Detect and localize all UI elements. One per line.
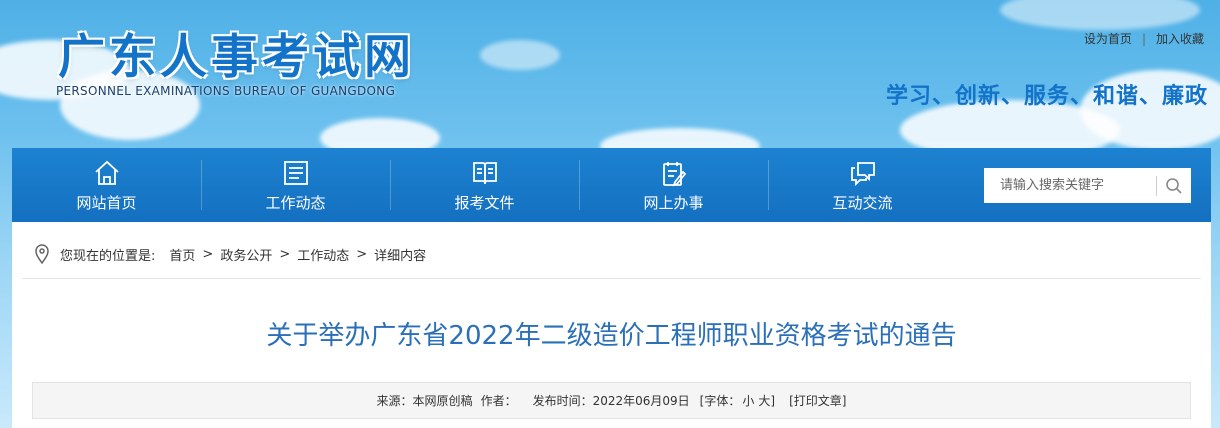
nav-item-interaction[interactable]: 互动交流 — [768, 148, 957, 222]
article-title: 关于举办广东省2022年二级造价工程师职业资格考试的通告 — [266, 321, 957, 351]
breadcrumb-separator: > — [202, 246, 214, 262]
article-author: 作者： — [480, 394, 517, 408]
site-logo-title: 广东人事考试网 — [58, 30, 415, 85]
chat-icon — [850, 161, 875, 186]
font-size-control: [字体：小大] — [700, 392, 775, 409]
article-source: 来源：本网原创稿 — [376, 394, 473, 408]
cloud-decoration — [480, 40, 560, 70]
breadcrumb-item-detail: 详细内容 — [374, 248, 427, 264]
search-box — [984, 168, 1191, 203]
breadcrumb: 您现在的位置是: 首页 > 政务公开 > 工作动态 > 详细内容 — [34, 244, 426, 264]
nav-item-home[interactable]: 网站首页 — [12, 148, 201, 222]
breadcrumb-prefix: 您现在的位置是: — [60, 248, 156, 264]
nav-item-exam-docs[interactable]: 报考文件 — [390, 148, 579, 222]
breadcrumb-item-gov-affairs[interactable]: 政务公开 — [220, 245, 272, 264]
nav-item-label: 互动交流 — [832, 193, 893, 212]
news-icon — [283, 160, 308, 185]
print-article-button[interactable]: [打印文章] — [789, 392, 846, 409]
nav-item-label: 报考文件 — [454, 193, 515, 212]
breadcrumb-separator: > — [356, 246, 368, 262]
font-large-button[interactable]: 大 — [758, 394, 770, 408]
document-icon — [472, 161, 497, 184]
top-links: 设为首页 | 加入收藏 — [1084, 30, 1204, 47]
site-slogan: 学习、创新、服务、和谐、廉政 — [885, 84, 1208, 109]
main-nav: 网站首页 工作动态 报考文件 网上办事 互动交流 — [12, 148, 1211, 222]
nav-item-label: 工作动态 — [265, 193, 326, 212]
font-size-close: ] — [770, 394, 776, 408]
font-small-button[interactable]: 小 — [742, 394, 754, 408]
set-homepage-link[interactable]: 设为首页 — [1084, 30, 1132, 47]
search-input[interactable] — [998, 177, 1152, 194]
breadcrumb-item-home[interactable]: 首页 — [169, 245, 195, 264]
article-meta-bar: 来源：本网原创稿 作者： 发布时间：2022年06月09日 [字体：小大] [打… — [32, 382, 1191, 419]
nav-item-label: 网上办事 — [643, 193, 704, 212]
main-content: 您现在的位置是: 首页 > 政务公开 > 工作动态 > 详细内容 关于举办广东省… — [12, 222, 1211, 428]
nav-item-label: 网站首页 — [76, 193, 137, 212]
home-icon — [94, 160, 119, 185]
site-logo-subtitle: PERSONNEL EXAMINATIONS BUREAU OF GUANGDO… — [56, 84, 396, 98]
top-links-separator: | — [1141, 31, 1146, 46]
search-icon — [1166, 177, 1182, 194]
font-size-label: [字体： — [699, 394, 741, 408]
cloud-decoration — [1000, 0, 1200, 30]
breadcrumb-divider — [22, 278, 1201, 279]
edit-icon — [662, 161, 686, 186]
breadcrumb-separator: > — [279, 246, 291, 262]
location-pin-icon — [35, 244, 49, 264]
nav-item-work-news[interactable]: 工作动态 — [201, 148, 390, 222]
article-date: 发布时间：2022年06月09日 — [532, 394, 690, 408]
search-button[interactable] — [1157, 168, 1191, 203]
nav-item-online-services[interactable]: 网上办事 — [579, 148, 768, 222]
breadcrumb-item-work-news[interactable]: 工作动态 — [297, 245, 349, 264]
add-bookmark-link[interactable]: 加入收藏 — [1156, 30, 1204, 47]
